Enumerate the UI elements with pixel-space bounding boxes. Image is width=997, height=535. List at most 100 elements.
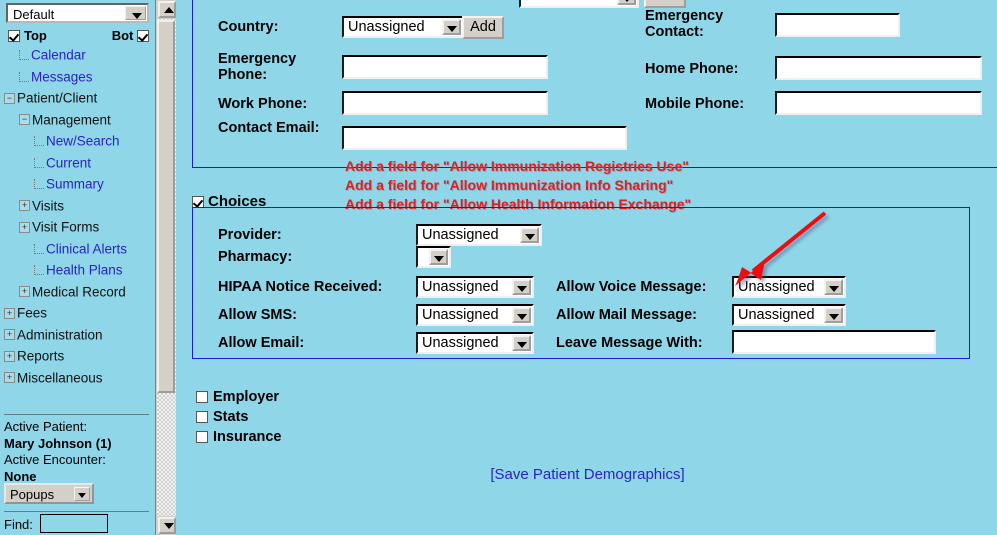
sidebar-item-visits[interactable]: + Visits bbox=[4, 195, 154, 217]
contact-email-label: Contact Email: bbox=[218, 120, 320, 136]
top-checkbox[interactable] bbox=[8, 29, 20, 42]
expand-icon[interactable]: + bbox=[4, 307, 15, 319]
sidebar-divider-bottom bbox=[4, 511, 149, 512]
sidebar-item-label: New/Search bbox=[46, 133, 120, 149]
scrollbar-thumb[interactable] bbox=[157, 20, 175, 393]
section-toggle-stats[interactable]: Stats bbox=[196, 409, 248, 425]
sidebar-item-health-plans[interactable]: Health Plans bbox=[4, 259, 154, 281]
work-phone-input[interactable] bbox=[342, 91, 548, 115]
home-phone-input[interactable] bbox=[775, 56, 982, 80]
allow-mail-message-select[interactable]: Unassigned bbox=[732, 304, 846, 326]
chevron-down-icon[interactable] bbox=[824, 307, 843, 323]
sidebar-item-reports[interactable]: + Reports bbox=[4, 345, 154, 367]
find-input[interactable] bbox=[40, 514, 108, 533]
sidebar-item-clinical-alerts[interactable]: Clinical Alerts bbox=[4, 238, 154, 260]
leave-message-with-input[interactable] bbox=[732, 330, 936, 354]
sidebar-item-administration[interactable]: + Administration bbox=[4, 324, 154, 346]
tree-connector-icon bbox=[34, 265, 44, 276]
chevron-down-icon[interactable] bbox=[512, 307, 531, 323]
country-add-button[interactable]: Add bbox=[462, 16, 504, 39]
hipaa-notice-received-label: HIPAA Notice Received: bbox=[218, 279, 383, 295]
country-label: Country: bbox=[218, 19, 279, 35]
sidebar-item-visit-forms[interactable]: + Visit Forms bbox=[4, 216, 154, 238]
chevron-down-icon[interactable] bbox=[824, 279, 843, 295]
chevron-down-icon[interactable] bbox=[442, 19, 461, 35]
active-encounter-label: Active Encounter: bbox=[4, 452, 106, 467]
scroll-down-button[interactable] bbox=[158, 517, 176, 534]
allow-email-select-value: Unassigned bbox=[422, 335, 499, 351]
chevron-down-icon[interactable] bbox=[520, 227, 539, 243]
tree-connector-icon bbox=[34, 179, 44, 190]
mobile-phone-input[interactable] bbox=[775, 91, 982, 115]
sidebar-item-management[interactable]: − Management bbox=[4, 109, 154, 131]
section-label: Stats bbox=[213, 409, 249, 425]
expand-icon[interactable]: + bbox=[4, 329, 15, 341]
allow-email-select[interactable]: Unassigned bbox=[416, 332, 534, 354]
sidebar-item-messages[interactable]: Messages bbox=[4, 66, 154, 88]
active-context-panel: Active Patient: Mary Johnson (1) Active … bbox=[4, 419, 154, 485]
leave-message-with-label: Leave Message With: bbox=[556, 335, 703, 351]
chevron-down-icon[interactable] bbox=[512, 279, 531, 295]
collapse-icon[interactable]: − bbox=[19, 114, 30, 126]
sidebar-item-label: Clinical Alerts bbox=[46, 241, 128, 257]
scroll-up-button[interactable] bbox=[158, 1, 176, 18]
active-patient-value: Mary Johnson (1) bbox=[4, 435, 112, 451]
expand-icon[interactable]: + bbox=[19, 286, 30, 298]
expand-icon[interactable]: + bbox=[4, 350, 15, 362]
sidebar-item-new-search[interactable]: New/Search bbox=[4, 130, 154, 152]
sidebar-item-current[interactable]: Current bbox=[4, 152, 154, 174]
sidebar-item-label: Summary bbox=[46, 176, 104, 192]
allow-mail-message-select-value: Unassigned bbox=[738, 307, 815, 323]
allow-sms-select[interactable]: Unassigned bbox=[416, 304, 534, 326]
sidebar-item-fees[interactable]: + Fees bbox=[4, 302, 154, 324]
collapse-icon[interactable]: − bbox=[4, 92, 15, 104]
choices-checkbox[interactable] bbox=[192, 195, 204, 208]
save-demographics-link[interactable]: [Save Patient Demographics] bbox=[178, 466, 997, 483]
country-select-value: Unassigned bbox=[348, 19, 425, 35]
sidebar-item-calendar[interactable]: Calendar bbox=[4, 44, 154, 66]
popups-select[interactable]: Popups bbox=[4, 483, 94, 504]
chevron-down-icon[interactable] bbox=[125, 6, 146, 20]
emergency-contact-input[interactable] bbox=[775, 13, 900, 37]
expand-icon[interactable]: + bbox=[4, 372, 15, 384]
section-toggle-employer[interactable]: Employer bbox=[196, 389, 279, 405]
section-label: Insurance bbox=[213, 429, 282, 445]
sidebar-item-summary[interactable]: Summary bbox=[4, 173, 154, 195]
country-select[interactable]: Unassigned bbox=[342, 16, 464, 38]
sidebar-item-label: Administration bbox=[17, 327, 103, 343]
pharmacy-label: Pharmacy: bbox=[218, 249, 293, 265]
chevron-down-icon[interactable] bbox=[512, 335, 531, 351]
pharmacy-select[interactable] bbox=[416, 246, 451, 268]
expand-icon[interactable]: + bbox=[19, 221, 30, 233]
home-phone-label: Home Phone: bbox=[645, 61, 739, 77]
chevron-down-icon[interactable] bbox=[74, 487, 90, 501]
hipaa-notice-received-select[interactable]: Unassigned bbox=[416, 276, 534, 298]
sidebar-item-label: Visits bbox=[32, 198, 65, 214]
checkbox[interactable] bbox=[196, 391, 208, 404]
section-toggle-insurance[interactable]: Insurance bbox=[196, 429, 282, 445]
page-scrollbar[interactable] bbox=[155, 0, 177, 535]
checkbox[interactable] bbox=[196, 411, 208, 424]
chevron-down-icon[interactable] bbox=[617, 0, 636, 5]
allow-sms-label: Allow SMS: bbox=[218, 307, 297, 323]
tree-connector-icon bbox=[19, 50, 29, 61]
sidebar-item-medical-record[interactable]: + Medical Record bbox=[4, 281, 154, 303]
cut-off-select[interactable] bbox=[519, 0, 639, 8]
cut-off-button[interactable] bbox=[644, 0, 686, 8]
provider-select[interactable]: Unassigned bbox=[416, 224, 542, 246]
expand-icon[interactable]: + bbox=[19, 200, 30, 212]
emergency-phone-label: Emergency Phone: bbox=[218, 51, 297, 83]
sidebar-item-label: Fees bbox=[17, 305, 48, 321]
layout-select-value: Default bbox=[13, 7, 55, 22]
sidebar-item-label: Medical Record bbox=[32, 284, 126, 300]
sidebar-item-miscellaneous[interactable]: + Miscellaneous bbox=[4, 367, 154, 389]
contact-email-input[interactable] bbox=[342, 126, 627, 150]
emergency-phone-input[interactable] bbox=[342, 55, 548, 79]
layout-select[interactable]: Default bbox=[6, 3, 149, 23]
tree-connector-icon bbox=[34, 243, 44, 254]
allow-voice-message-select[interactable]: Unassigned bbox=[732, 276, 846, 298]
sidebar-item-patient-client[interactable]: − Patient/Client bbox=[4, 87, 154, 109]
checkbox[interactable] bbox=[196, 431, 208, 444]
bot-checkbox[interactable] bbox=[137, 29, 149, 42]
chevron-down-icon[interactable] bbox=[429, 249, 448, 265]
